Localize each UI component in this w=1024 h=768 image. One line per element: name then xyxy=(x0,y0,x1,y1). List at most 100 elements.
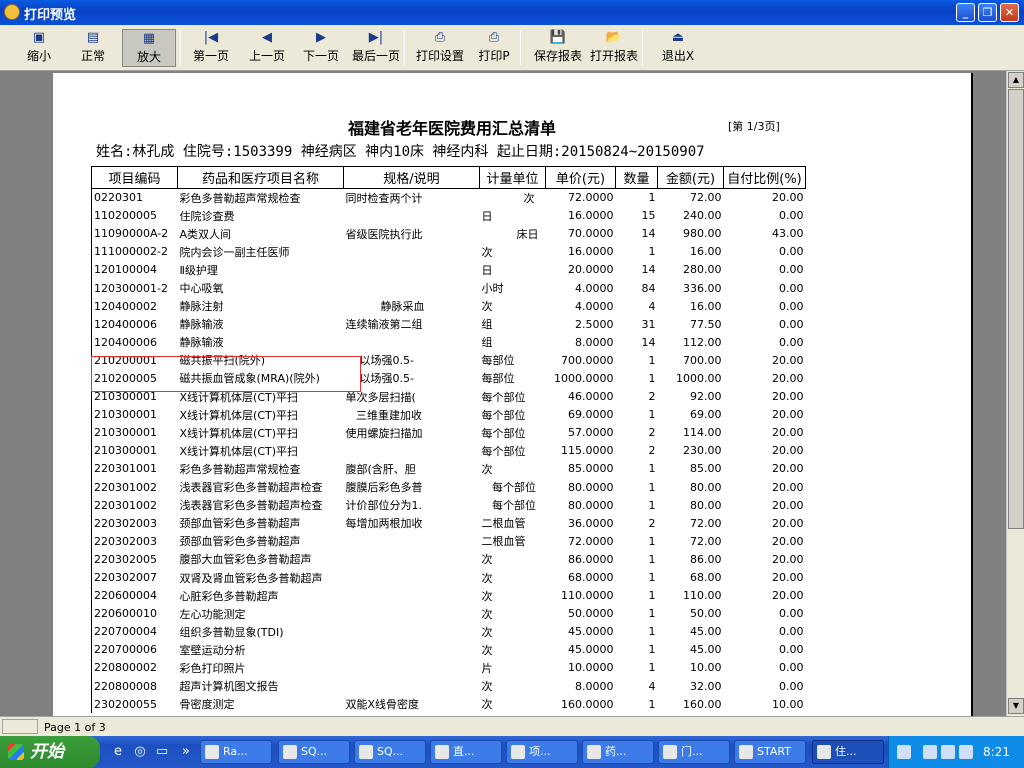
table-cell: 骨密度测定 xyxy=(179,698,235,712)
table-cell: 二根血管 xyxy=(481,517,526,531)
scroll-up-arrow[interactable]: ▲ xyxy=(1008,72,1024,88)
table-cell: 4 xyxy=(648,299,656,313)
table-cell: 240.00 xyxy=(683,209,722,223)
close-button[interactable]: ✕ xyxy=(1000,3,1019,22)
last-page-button[interactable]: ▶| 最后一页 xyxy=(348,29,404,67)
table-cell: A类双人间 xyxy=(179,227,232,241)
vertical-scrollbar[interactable]: ▲ ▼ xyxy=(1006,71,1024,716)
last-page-label: 最后一页 xyxy=(351,49,400,63)
table-cell: 220302003 xyxy=(91,532,178,551)
exit-button[interactable]: ⏏ 退出X xyxy=(650,29,706,67)
browser-icon[interactable]: ◎ xyxy=(132,744,148,760)
table-cell: 220301002 xyxy=(91,496,178,515)
table-cell xyxy=(344,623,480,641)
table-cell: 336.00 xyxy=(683,281,722,295)
quicklaunch-more-icon[interactable]: » xyxy=(178,744,194,760)
table-cell: 次 xyxy=(481,571,493,585)
table-cell: 中心吸氧 xyxy=(179,282,224,296)
taskbar-task[interactable]: 项... xyxy=(506,740,578,764)
table-cell: 220302005 xyxy=(91,550,178,569)
ie-icon[interactable]: e xyxy=(110,744,126,760)
taskbar-task[interactable]: 门... xyxy=(658,740,730,764)
prev-page-icon: ◀ xyxy=(262,30,272,45)
table-cell: 颈部血管彩色多普勒超声 xyxy=(179,535,301,549)
table-cell: X线计算机体层(CT)平扫 xyxy=(179,408,299,422)
table-cell: 使用螺旋扫描加 xyxy=(345,426,423,440)
table-cell: 每部位 xyxy=(481,372,515,386)
table-cell: 省级医院执行此 xyxy=(345,227,423,241)
taskbar-task[interactable]: 住... xyxy=(812,740,884,764)
table-cell: 20.00 xyxy=(772,498,804,512)
table-cell: 114.00 xyxy=(683,426,722,440)
network-icon[interactable] xyxy=(941,745,955,759)
task-label: Ra... xyxy=(223,745,248,758)
task-label: 药... xyxy=(605,745,627,758)
zoom-out-button[interactable]: ▣ 缩小 xyxy=(14,29,64,67)
keyboard-icon[interactable] xyxy=(897,745,911,759)
table-cell: 1 xyxy=(648,625,656,639)
print-setup-button[interactable]: ⎙ 打印设置 xyxy=(412,29,468,67)
task-label: SQ... xyxy=(301,745,328,758)
table-cell: 15 xyxy=(641,209,656,223)
taskbar-task[interactable]: SQ... xyxy=(278,740,350,764)
taskbar-task[interactable]: SQ... xyxy=(354,740,426,764)
table-cell: 110200005 xyxy=(91,206,178,225)
table-cell: 次 xyxy=(481,698,493,712)
taskbar-task[interactable]: 直... xyxy=(430,740,502,764)
open-report-button[interactable]: 📂 打开报表 xyxy=(586,29,642,67)
table-cell xyxy=(344,279,480,297)
table-cell: 16.0000 xyxy=(568,209,614,223)
table-cell: 小时 xyxy=(481,282,504,296)
table-cell: Ⅱ级护理 xyxy=(179,263,218,277)
task-label: START xyxy=(757,745,791,758)
normal-button[interactable]: ▤ 正常 xyxy=(68,29,118,67)
table-cell: 20.00 xyxy=(772,552,804,566)
table-cell: 每个部位 xyxy=(481,408,526,422)
scroll-thumb[interactable] xyxy=(1008,89,1024,529)
first-page-button[interactable]: |◀ 第一页 xyxy=(186,29,236,67)
table-cell: 1 xyxy=(648,480,656,494)
table-cell: 11090000A-2 xyxy=(91,224,178,243)
taskbar-task[interactable]: START xyxy=(734,740,806,764)
table-cell: 2 xyxy=(648,444,656,458)
prev-page-label: 上一页 xyxy=(248,49,285,63)
volume-icon[interactable] xyxy=(959,745,973,759)
table-cell: 双能X线骨密度 xyxy=(345,698,420,712)
next-page-button[interactable]: ▶ 下一页 xyxy=(296,29,346,67)
table-cell: 每个部位 xyxy=(481,481,536,495)
zoom-in-button[interactable]: ▦ 放大 xyxy=(122,29,176,67)
column-header: 药品和医疗项目名称 xyxy=(177,166,344,189)
table-cell xyxy=(344,550,480,568)
task-app-icon xyxy=(817,745,831,759)
taskbar-task[interactable]: 药... xyxy=(582,740,654,764)
report-title: 福建省老年医院费用汇总清单 xyxy=(348,119,557,138)
desktop-icon[interactable]: ▭ xyxy=(154,744,170,760)
table-cell xyxy=(344,641,480,659)
save-report-button[interactable]: 💾 保存报表 xyxy=(530,29,586,67)
minimize-button[interactable]: _ xyxy=(956,3,975,22)
print-button[interactable]: ⎙ 打印P xyxy=(470,29,518,67)
table-cell: 次 xyxy=(481,625,493,639)
status-cell xyxy=(2,719,38,734)
scroll-down-arrow[interactable]: ▼ xyxy=(1008,698,1024,714)
table-cell: 32.00 xyxy=(690,679,722,693)
table-cell: 160.00 xyxy=(683,697,722,711)
tray-expand-icon[interactable] xyxy=(923,745,937,759)
table-cell: 0.00 xyxy=(779,661,804,675)
table-cell: 1 xyxy=(648,462,656,476)
table-cell: 2 xyxy=(648,426,656,440)
table-cell: 112.00 xyxy=(683,335,722,349)
table-cell: 1 xyxy=(648,245,656,259)
toolbar: ▣ 缩小 ▤ 正常 ▦ 放大 |◀ 第一页 ◀ 上一页 ▶ 下一页 ▶| 最后一页 ⎙ 打印设置 ⎙ 打印P 💾 保存… xyxy=(0,25,1024,71)
prev-page-button[interactable]: ◀ 上一页 xyxy=(242,29,292,67)
start-button[interactable]: 开始 xyxy=(0,736,100,768)
taskbar-task[interactable]: Ra... xyxy=(200,740,272,764)
table-cell: 1 xyxy=(648,589,656,603)
table-cell: 单次多层扫描( xyxy=(345,390,416,404)
report-page-label: [第 1/3页] xyxy=(728,120,780,133)
table-cell: 220700006 xyxy=(91,640,178,659)
table-cell: 69.00 xyxy=(690,408,722,422)
restore-button[interactable]: ❐ xyxy=(978,3,997,22)
table-cell: 20.00 xyxy=(772,371,804,385)
table-cell: 院内会诊一副主任医师 xyxy=(179,245,290,259)
